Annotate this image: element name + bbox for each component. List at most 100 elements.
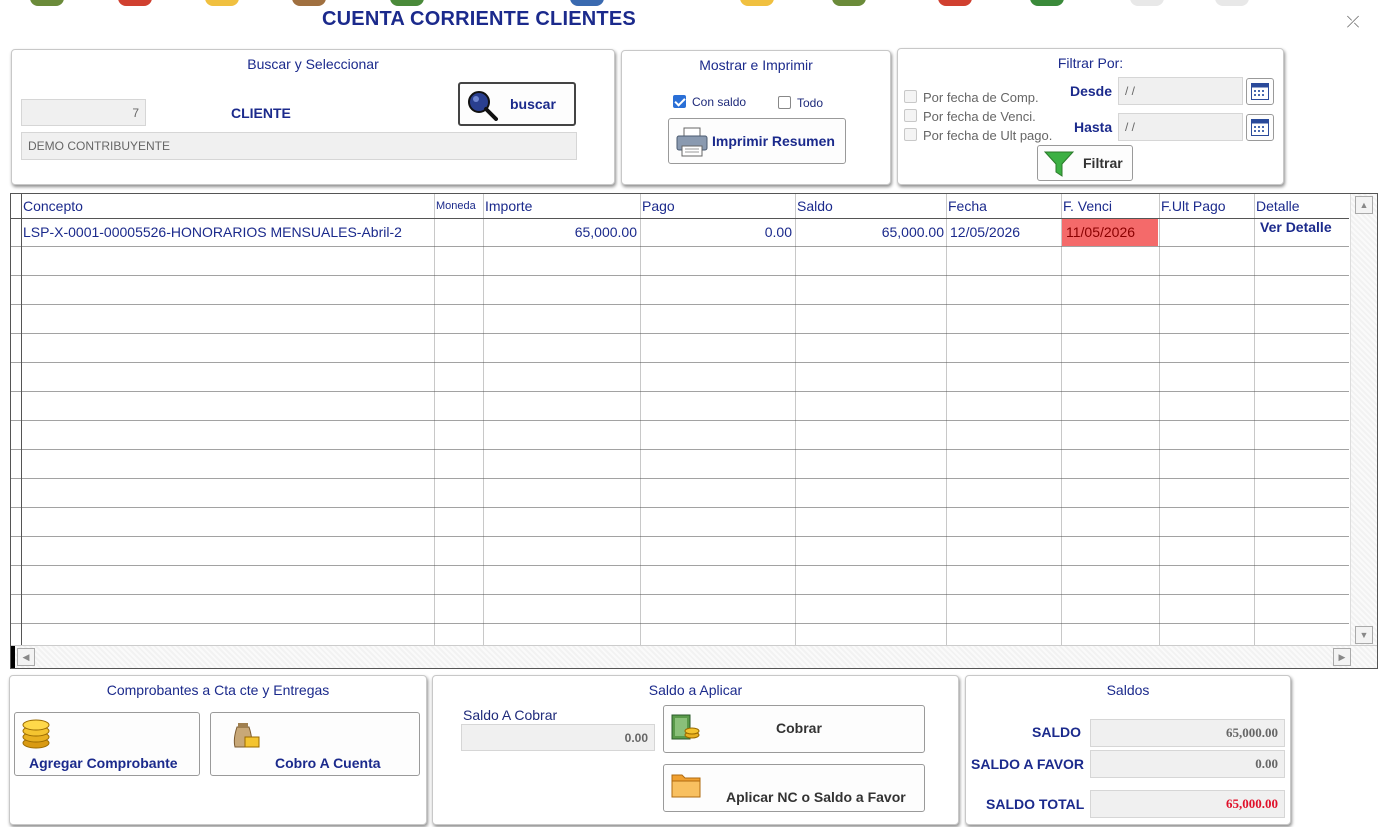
filtrar-panel-title: Filtrar Por: [1057, 55, 1124, 71]
cobro-a-cuenta-label: Cobro A Cuenta [275, 755, 381, 771]
saldo-cobrar-field[interactable]: 0.00 [461, 724, 655, 751]
row-line [11, 275, 1349, 276]
row-line [11, 565, 1349, 566]
header-f-venci[interactable]: F. Venci [1063, 198, 1112, 214]
aplicar-nc-button[interactable]: Aplicar NC o Saldo a Favor [663, 764, 925, 812]
comprobantes-panel-title: Comprobantes a Cta cte y Entregas [106, 682, 330, 698]
saldo-aplicar-title: Saldo a Aplicar [648, 682, 743, 698]
scroll-up-icon[interactable]: ▲ [1355, 196, 1373, 214]
saldo-aplicar-panel: Saldo a Aplicar Saldo A Cobrar 0.00 Cobr… [432, 675, 959, 825]
todo-checkbox[interactable] [778, 96, 791, 109]
row-line [11, 536, 1349, 537]
funnel-icon [1044, 151, 1074, 177]
header-importe[interactable]: Importe [485, 198, 532, 214]
calendar-icon [1251, 83, 1269, 100]
row-line [11, 594, 1349, 595]
printer-icon [676, 127, 708, 157]
row-line [11, 246, 1349, 247]
row-line [11, 362, 1349, 363]
filter-ult-checkbox[interactable] [904, 128, 917, 141]
toolbar-icon [938, 0, 972, 6]
calendar-icon [1251, 119, 1269, 136]
saldo-field[interactable]: 65,000.00 [1090, 719, 1285, 747]
header-moneda[interactable]: Moneda [436, 200, 476, 212]
vertical-scrollbar[interactable]: ▲ ▼ [1350, 194, 1377, 646]
row-importe[interactable]: 65,000.00 [485, 224, 637, 240]
row-line [11, 623, 1349, 624]
saldo-favor-field[interactable]: 0.00 [1090, 750, 1285, 778]
coins-icon [22, 719, 50, 749]
hasta-calendar-button[interactable] [1246, 114, 1274, 141]
toolbar-icon [30, 0, 64, 6]
print-summary-button[interactable]: Imprimir Resumen [668, 118, 846, 164]
filter-venci-checkbox[interactable] [904, 109, 917, 122]
filter-button[interactable]: Filtrar [1037, 145, 1133, 181]
scroll-down-icon[interactable]: ▼ [1355, 626, 1373, 644]
row-pago[interactable]: 0.00 [642, 224, 792, 240]
client-code-field[interactable]: 7 [21, 99, 146, 126]
filter-comp-label: Por fecha de Comp. [923, 90, 1039, 105]
filtrar-panel: Filtrar Por: Por fecha de Comp. Por fech… [897, 48, 1284, 185]
aplicar-nc-label: Aplicar NC o Saldo a Favor [726, 789, 906, 805]
cobrar-label: Cobrar [776, 720, 822, 736]
header-detalle[interactable]: Detalle [1256, 198, 1300, 214]
magnifier-icon [468, 91, 498, 121]
saldo-total-label: SALDO TOTAL [986, 796, 1085, 812]
desde-date-field[interactable]: / / [1118, 77, 1243, 105]
print-summary-label: Imprimir Resumen [712, 133, 835, 149]
client-label: CLIENTE [231, 105, 291, 121]
header-pago[interactable]: Pago [642, 198, 675, 214]
folder-icon [671, 774, 701, 798]
row-saldo[interactable]: 65,000.00 [797, 224, 944, 240]
toolbar-icon [570, 0, 604, 6]
hasta-label: Hasta [1074, 119, 1113, 135]
saldo-favor-label: SALDO A FAVOR [971, 756, 1085, 772]
account-grid[interactable]: Concepto Moneda Importe Pago Saldo Fecha… [10, 193, 1378, 669]
row-line [11, 420, 1349, 421]
row-concepto[interactable]: LSP-X-0001-00005526-HONORARIOS MENSUALES… [23, 224, 433, 240]
client-name-field[interactable]: DEMO CONTRIBUYENTE [21, 132, 577, 160]
row-line [11, 391, 1349, 392]
header-f-ult-pago[interactable]: F.Ult Pago [1161, 198, 1226, 214]
desde-label: Desde [1070, 83, 1113, 99]
row-line [11, 449, 1349, 450]
search-button[interactable]: buscar [458, 82, 576, 126]
toolbar-icon [1215, 0, 1249, 6]
row-f-venci[interactable]: 11/05/2026 [1066, 224, 1135, 240]
scroll-left-icon[interactable]: ◀ [17, 648, 35, 666]
toolbar-icon [205, 0, 239, 6]
add-voucher-label: Agregar Comprobante [29, 755, 178, 771]
toolbar-icon [292, 0, 326, 6]
cobro-a-cuenta-button[interactable]: Cobro A Cuenta [210, 712, 420, 776]
saldo-cobrar-label: Saldo A Cobrar [463, 707, 558, 723]
close-icon[interactable]: ⤫ [1344, 14, 1362, 32]
toolbar-icon [390, 0, 424, 6]
con-saldo-checkbox[interactable] [673, 95, 686, 108]
header-saldo[interactable]: Saldo [797, 198, 833, 214]
row-fecha[interactable]: 12/05/2026 [950, 224, 1020, 240]
mostrar-panel: Mostrar e Imprimir Con saldo Todo Imprim… [621, 50, 891, 185]
filter-comp-checkbox[interactable] [904, 90, 917, 103]
saldo-label: SALDO [1032, 724, 1081, 740]
scroll-right-icon[interactable]: ▶ [1333, 648, 1351, 666]
hasta-date-field[interactable]: / / [1118, 113, 1243, 141]
todo-label: Todo [797, 96, 824, 110]
ver-detalle-link[interactable]: Ver Detalle [1260, 219, 1332, 235]
horizontal-scrollbar[interactable]: ◀ ▶ [11, 645, 1377, 668]
add-voucher-button[interactable]: Agregar Comprobante [14, 712, 200, 776]
toolbar-strip [0, 0, 1388, 6]
row-line [11, 304, 1349, 305]
toolbar-icon [1130, 0, 1164, 6]
cobrar-button[interactable]: Cobrar [663, 705, 925, 753]
toolbar-icon [1030, 0, 1064, 6]
header-fecha[interactable]: Fecha [948, 198, 987, 214]
buscar-panel: Buscar y Seleccionar 7 CLIENTE buscar DE… [11, 49, 615, 185]
row-line [11, 333, 1349, 334]
toolbar-icon [740, 0, 774, 6]
row-line [11, 507, 1349, 508]
header-concepto[interactable]: Concepto [23, 198, 83, 214]
desde-calendar-button[interactable] [1246, 78, 1274, 105]
comprobantes-panel: Comprobantes a Cta cte y Entregas Agrega… [9, 675, 427, 825]
search-button-label: buscar [510, 96, 556, 112]
saldo-total-field[interactable]: 65,000.00 [1090, 790, 1285, 818]
